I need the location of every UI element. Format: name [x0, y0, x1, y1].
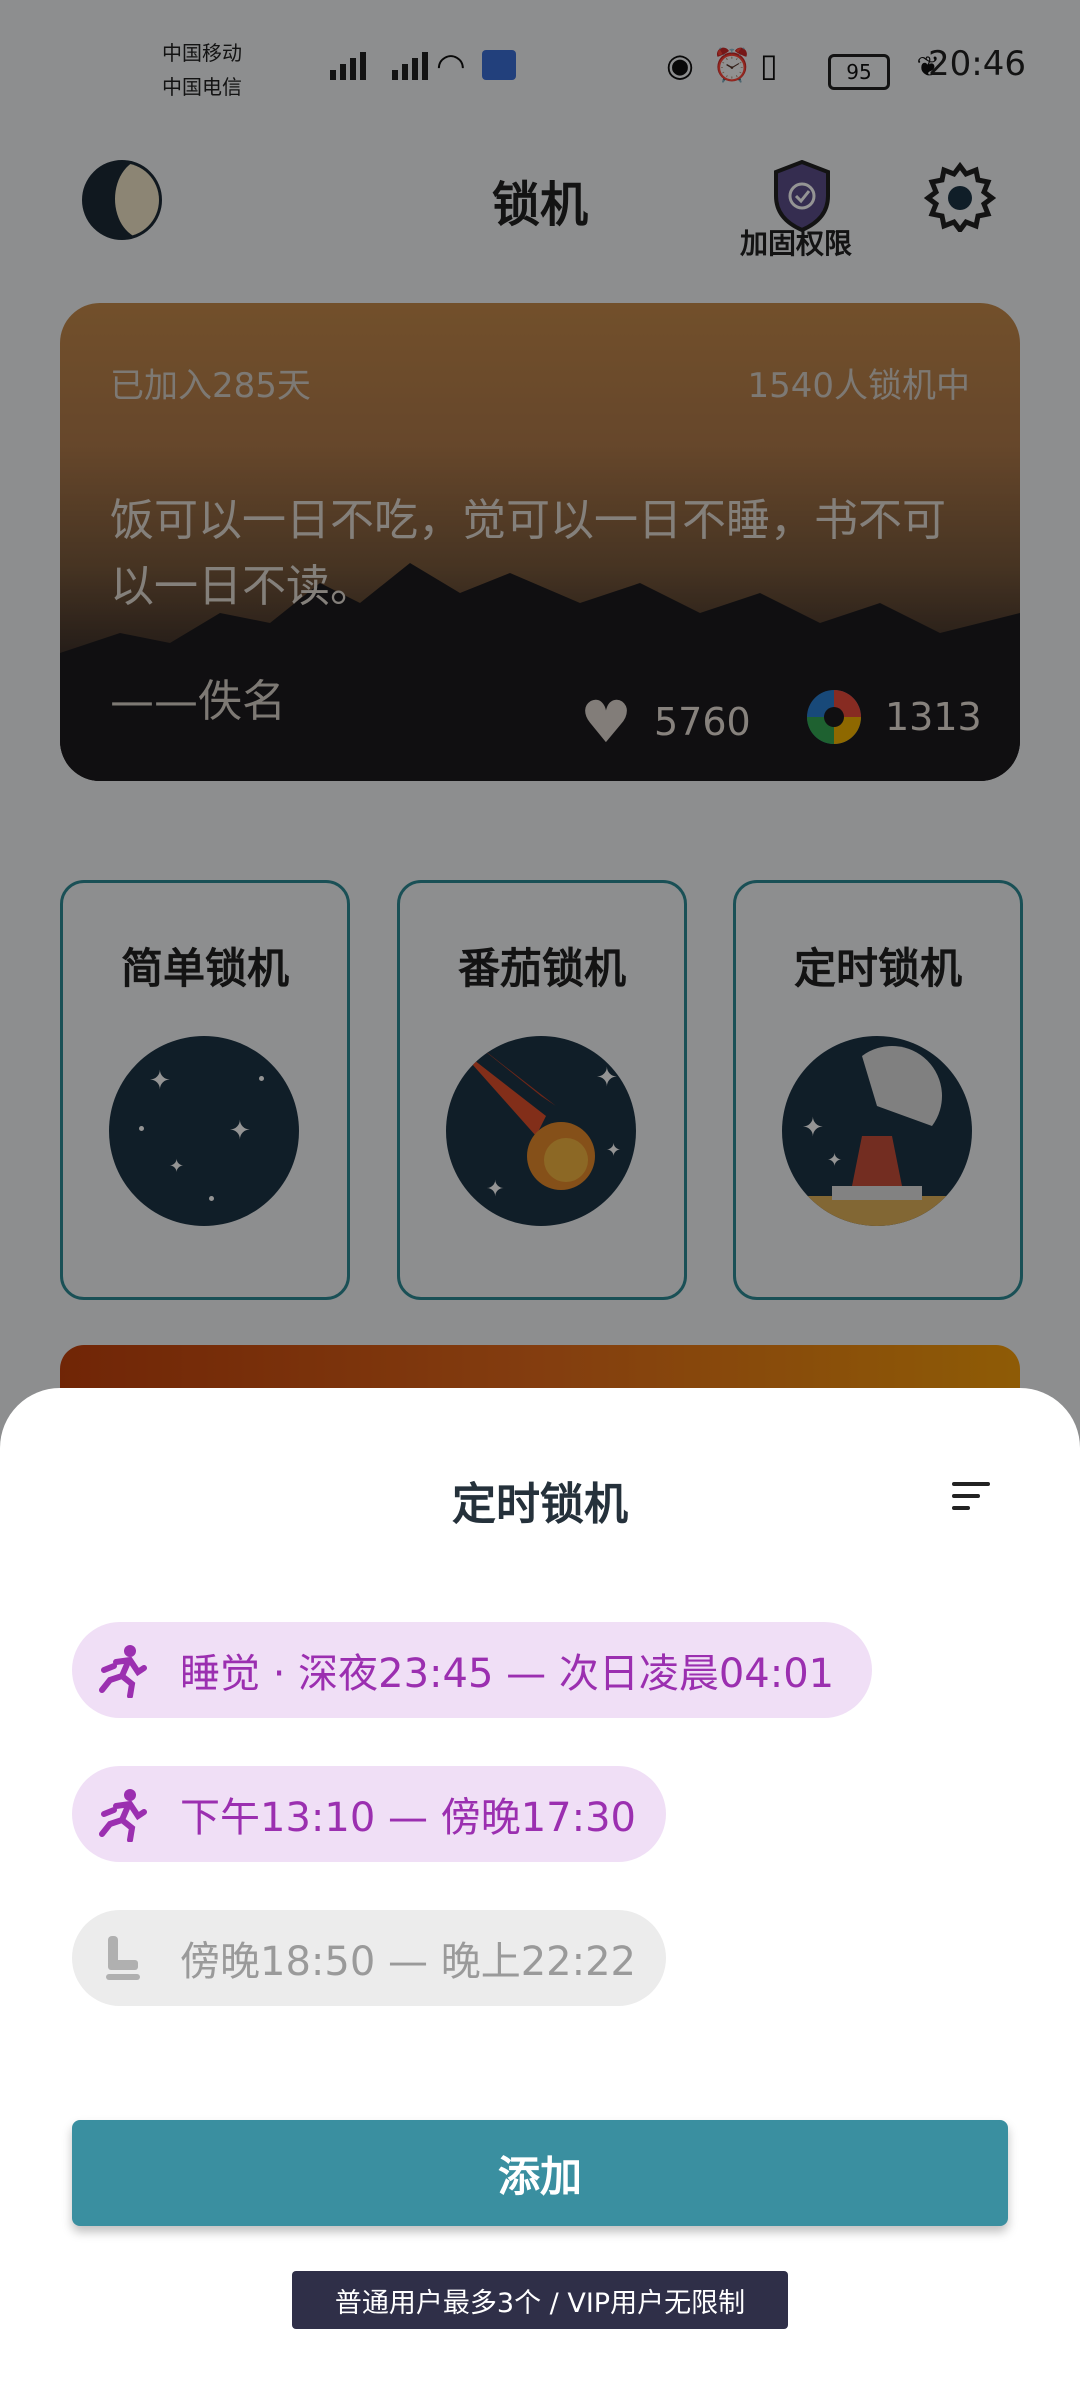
schedule-text: 下午13:10 — 傍晚17:30: [180, 1795, 636, 1841]
schedule-item[interactable]: 傍晚18:50 — 晚上22:22: [72, 1910, 666, 2006]
schedule-item[interactable]: 下午13:10 — 傍晚17:30: [72, 1766, 666, 1862]
schedule-text: 睡觉 · 深夜23:45 — 次日凌晨04:01: [180, 1651, 835, 1697]
schedule-item[interactable]: 睡觉 · 深夜23:45 — 次日凌晨04:01: [72, 1622, 872, 1718]
add-button[interactable]: 添加: [72, 2120, 1008, 2226]
running-icon: [94, 1786, 150, 1842]
sheet-title: 定时锁机: [452, 1479, 628, 1530]
timed-lock-sheet: 定时锁机 睡觉 · 深夜23:45 — 次日凌晨04:01 下午13:10 — …: [0, 1388, 1080, 2400]
seat-icon: [94, 1930, 150, 1986]
sort-icon[interactable]: [952, 1482, 990, 1510]
running-icon: [94, 1642, 150, 1698]
limit-note: 普通用户最多3个 / VIP用户无限制: [292, 2271, 788, 2329]
schedule-text: 傍晚18:50 — 晚上22:22: [180, 1939, 636, 1985]
